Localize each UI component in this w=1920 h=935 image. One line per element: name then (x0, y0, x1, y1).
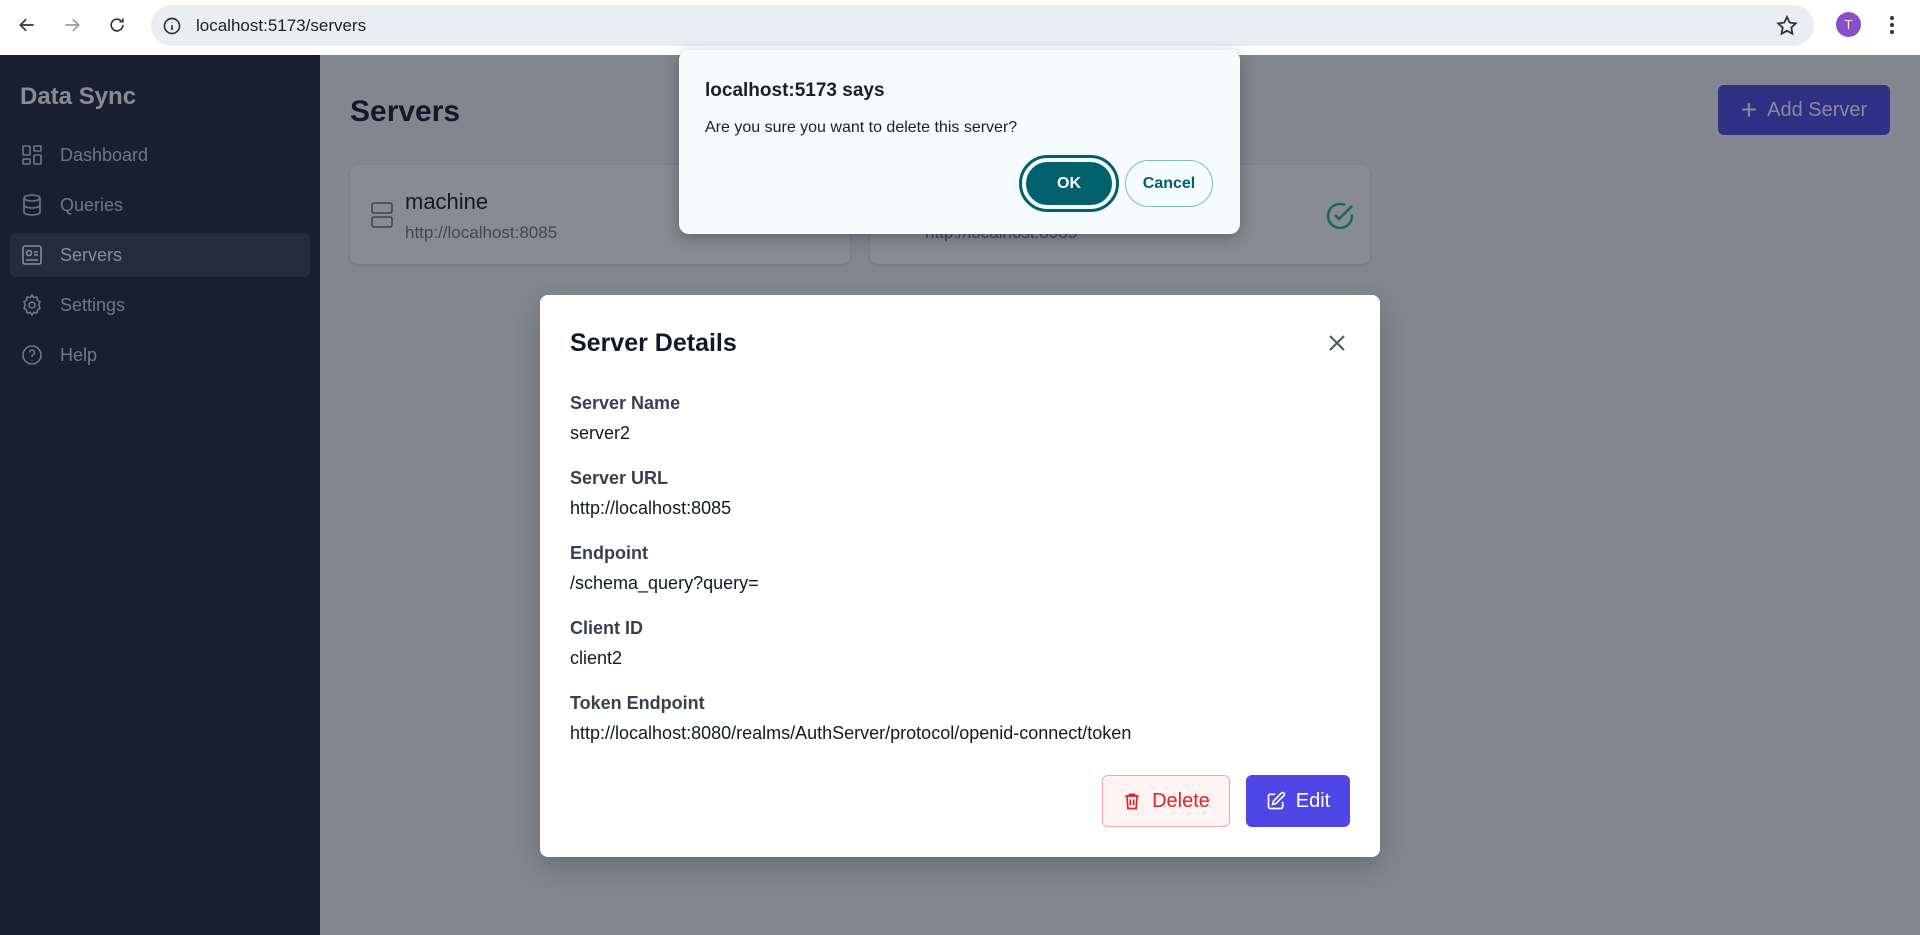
endpoint-value: /schema_query?query= (570, 573, 759, 593)
server-url-label: Server URL (570, 468, 669, 488)
browser-menu-icon[interactable] (1882, 12, 1902, 38)
client-id-label: Client ID (570, 618, 644, 638)
server-url-value: http://localhost:8085 (570, 498, 732, 518)
browser-toolbar: localhost:5173/servers T (0, 0, 1920, 55)
edit-button[interactable]: Edit (1246, 775, 1350, 827)
server-name-label: Server Name (570, 393, 681, 413)
token-endpoint-value: http://localhost:8080/realms/AuthServer/… (570, 723, 1132, 743)
modal-title: Server Details (570, 329, 737, 357)
server-name-value: server2 (570, 423, 631, 443)
forward-arrow-icon (65, 18, 80, 32)
delete-button[interactable]: Delete (1102, 775, 1230, 827)
server-details-modal: Server Details Server Name server2 Serve… (540, 295, 1380, 857)
edit-label: Edit (1295, 789, 1331, 812)
delete-label: Delete (1152, 789, 1210, 812)
back-arrow-icon (19, 18, 34, 32)
reload-icon (110, 18, 124, 32)
bookmark-star-icon[interactable] (1775, 14, 1799, 38)
endpoint-label: Endpoint (570, 543, 648, 563)
confirm-dialog-title: localhost:5173 says (705, 80, 885, 101)
profile-avatar[interactable]: T (1836, 12, 1861, 37)
back-button[interactable] (9, 7, 45, 43)
confirm-dialog-message: Are you sure you want to delete this ser… (705, 119, 1018, 136)
cancel-button[interactable]: Cancel (1125, 160, 1213, 207)
edit-icon (1267, 791, 1285, 810)
client-id-value: client2 (570, 648, 623, 668)
forward-button[interactable] (54, 7, 90, 43)
site-info-icon[interactable] (161, 15, 183, 37)
address-bar[interactable]: localhost:5173/servers (151, 5, 1814, 46)
reload-button[interactable] (99, 7, 135, 43)
token-endpoint-label: Token Endpoint (570, 693, 705, 713)
confirm-dialog: localhost:5173 says Are you sure you wan… (679, 50, 1240, 234)
ok-button[interactable]: OK (1019, 155, 1119, 212)
close-icon[interactable] (1325, 331, 1349, 355)
url-text: localhost:5173/servers (196, 16, 367, 35)
trash-icon (1125, 793, 1139, 810)
